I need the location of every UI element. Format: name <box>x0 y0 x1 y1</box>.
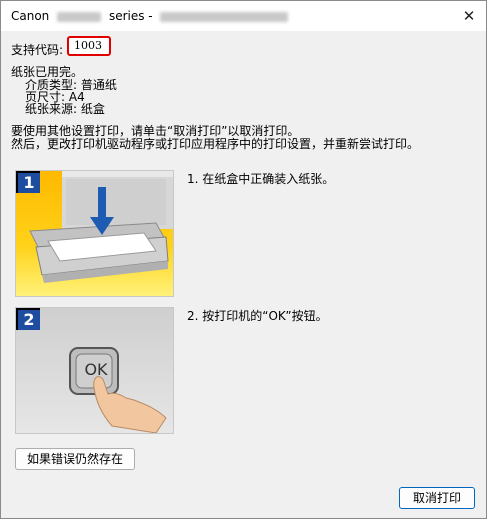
dialog-window: Canon series - ✕ 支持代码: 1003 纸张已用完。 介质类型:… <box>0 0 487 519</box>
still-error-button[interactable]: 如果错误仍然存在 <box>15 448 135 470</box>
paper-out-heading: 纸张已用完。 <box>11 65 84 79</box>
ok-glyph: OK <box>84 360 108 379</box>
title-bar[interactable]: Canon series - ✕ <box>1 1 486 31</box>
title-series: series - <box>108 9 153 23</box>
step1-text: 1. 在纸盒中正确装入纸张。 <box>187 172 335 186</box>
step1-badge: 1 <box>18 173 40 193</box>
redacted-identifier <box>160 11 289 22</box>
instruction-line-1: 要使用其他设置打印，请单击“取消打印”以取消打印。 <box>11 124 300 138</box>
step2-badge: 2 <box>18 310 40 330</box>
close-icon: ✕ <box>462 7 476 25</box>
instruction-line-2: 然后，更改打印机驱动程序或打印应用程序中的打印设置，并重新尝试打印。 <box>11 137 420 151</box>
window-title: Canon series - <box>11 9 292 23</box>
paper-source-line: 纸张来源: 纸盒 <box>25 102 105 116</box>
close-button[interactable]: ✕ <box>458 6 480 26</box>
cancel-print-button[interactable]: 取消打印 <box>399 487 475 509</box>
title-prefix: Canon <box>11 9 50 23</box>
step2-illustration: OK 2 <box>15 307 174 434</box>
support-code-value: 1003 <box>67 36 111 56</box>
dialog-content: 支持代码: 1003 纸张已用完。 介质类型: 普通纸 页尺寸: A4 纸张来源… <box>1 31 486 518</box>
step1-illustration: 1 <box>15 170 174 297</box>
support-code-label: 支持代码: <box>11 43 64 57</box>
step2-text: 2. 按打印机的“OK”按钮。 <box>187 309 328 323</box>
redacted-model <box>57 11 102 22</box>
